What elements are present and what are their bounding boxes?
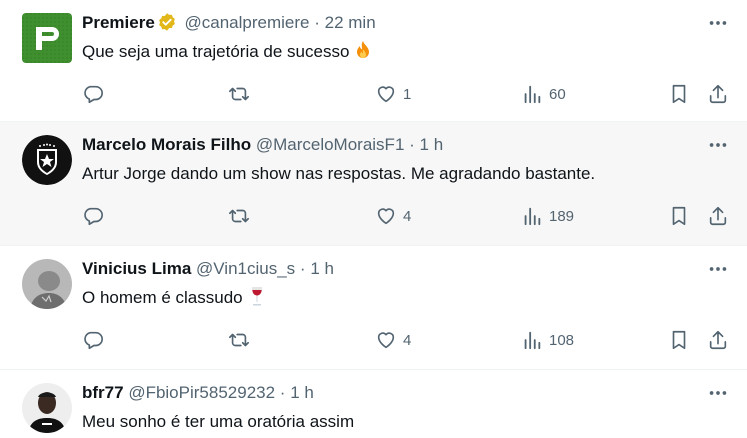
separator: ·: [279, 383, 286, 402]
reply-button[interactable]: [82, 326, 110, 354]
more-options-icon[interactable]: [707, 12, 729, 34]
analytics-icon: [524, 331, 541, 350]
share-button[interactable]: [707, 326, 729, 354]
bookmark-icon: [672, 330, 686, 350]
tweet[interactable]: bfr77 @FbioPir58529232 · 1 h Meu sonho é…: [0, 370, 747, 438]
timestamp[interactable]: 1 h: [310, 259, 334, 278]
more-options-icon[interactable]: [707, 134, 729, 156]
share-button[interactable]: [707, 202, 729, 230]
wine-glass-emoji-icon: [251, 287, 262, 306]
author-name[interactable]: Premiere: [82, 13, 155, 32]
share-icon: [709, 206, 727, 226]
more-options-icon[interactable]: [707, 258, 729, 280]
user-photo-icon: [22, 383, 72, 433]
like-button[interactable]: 1: [375, 80, 411, 108]
premiere-logo-icon: [22, 13, 72, 63]
reply-button[interactable]: [82, 202, 110, 230]
avatar[interactable]: [22, 383, 72, 433]
analytics-icon: [524, 85, 541, 104]
like-count: 1: [403, 85, 412, 103]
like-count: 4: [403, 207, 412, 225]
reply-icon: [84, 331, 103, 350]
bookmark-button[interactable]: [668, 326, 690, 354]
tweet[interactable]: Marcelo Morais Filho @MarceloMoraisF1 · …: [0, 122, 747, 246]
tweet[interactable]: Premiere @canalpremiere · 22 min Que sej…: [0, 0, 747, 122]
retweet-icon: [229, 333, 249, 347]
tweet-text-content: Que seja uma trajetória de sucesso: [82, 42, 350, 61]
share-icon: [709, 84, 727, 104]
user-photo-icon: [22, 259, 72, 309]
tweet-text-content: O homem é classudo: [82, 288, 243, 307]
separator: ·: [299, 259, 306, 278]
reply-button[interactable]: [82, 80, 110, 108]
tweet[interactable]: Vinicius Lima @Vin1cius_s · 1 h O homem …: [0, 246, 747, 370]
heart-icon: [377, 208, 395, 225]
tweet-actions: 4 108: [0, 326, 747, 354]
retweet-button[interactable]: [228, 80, 256, 108]
retweet-button[interactable]: [228, 202, 256, 230]
reply-icon: [84, 207, 103, 226]
timestamp[interactable]: 22 min: [325, 13, 376, 32]
like-button[interactable]: 4: [375, 326, 411, 354]
like-count: 4: [403, 331, 412, 349]
fire-emoji-icon: [357, 41, 370, 58]
view-count: 108: [549, 331, 575, 349]
timestamp[interactable]: 1 h: [290, 383, 314, 402]
author-handle[interactable]: @canalpremiere: [185, 13, 310, 32]
reply-icon: [84, 85, 103, 104]
analytics-icon: [524, 207, 541, 226]
tweet-text-content: Meu sonho é ter uma oratória assim: [82, 412, 355, 431]
more-options-icon[interactable]: [707, 382, 729, 404]
share-icon: [709, 330, 727, 350]
retweet-icon: [229, 209, 249, 223]
avatar[interactable]: [22, 259, 72, 309]
author-name[interactable]: Vinicius Lima: [82, 259, 191, 278]
tweet-header: Marcelo Morais Filho @MarceloMoraisF1 · …: [82, 134, 443, 156]
tweet-header: Vinicius Lima @Vin1cius_s · 1 h: [82, 258, 334, 280]
author-handle[interactable]: @MarceloMoraisF1: [256, 135, 405, 154]
tweet-text: Artur Jorge dando um show nas respostas.…: [82, 162, 595, 186]
heart-icon: [377, 332, 395, 349]
view-count: 60: [549, 85, 566, 103]
retweet-icon: [229, 87, 249, 101]
views-button[interactable]: 60: [521, 80, 566, 108]
retweet-button[interactable]: [228, 326, 256, 354]
separator: ·: [314, 13, 320, 32]
tweet-header: Premiere @canalpremiere · 22 min: [82, 12, 376, 34]
tweet-actions: 1 60: [0, 80, 747, 108]
bookmark-button[interactable]: [668, 80, 690, 108]
verified-badge-icon: [158, 13, 175, 31]
tweet-actions: 4 189: [0, 202, 747, 230]
author-name[interactable]: bfr77: [82, 383, 124, 402]
share-button[interactable]: [707, 80, 729, 108]
heart-icon: [377, 86, 395, 103]
separator: ·: [409, 135, 415, 154]
tweet-text: Que seja uma trajetória de sucesso: [82, 40, 373, 64]
author-handle[interactable]: @Vin1cius_s: [196, 259, 295, 278]
tweet-text-content: Artur Jorge dando um show nas respostas.…: [82, 164, 596, 183]
botafogo-crest-icon: [22, 135, 72, 185]
timestamp[interactable]: 1 h: [420, 135, 444, 154]
bookmark-icon: [672, 84, 686, 104]
like-button[interactable]: 4: [375, 202, 411, 230]
avatar[interactable]: [22, 135, 72, 185]
view-count: 189: [549, 207, 575, 225]
tweet-text: O homem é classudo: [82, 286, 267, 310]
author-name[interactable]: Marcelo Morais Filho: [82, 135, 251, 154]
author-handle[interactable]: @FbioPir58529232: [128, 383, 275, 402]
tweet-text: Meu sonho é ter uma oratória assim: [82, 410, 354, 434]
bookmark-icon: [672, 206, 686, 226]
tweet-header: bfr77 @FbioPir58529232 · 1 h: [82, 382, 314, 404]
views-button[interactable]: 189: [521, 202, 574, 230]
avatar[interactable]: [22, 13, 72, 63]
views-button[interactable]: 108: [521, 326, 574, 354]
bookmark-button[interactable]: [668, 202, 690, 230]
